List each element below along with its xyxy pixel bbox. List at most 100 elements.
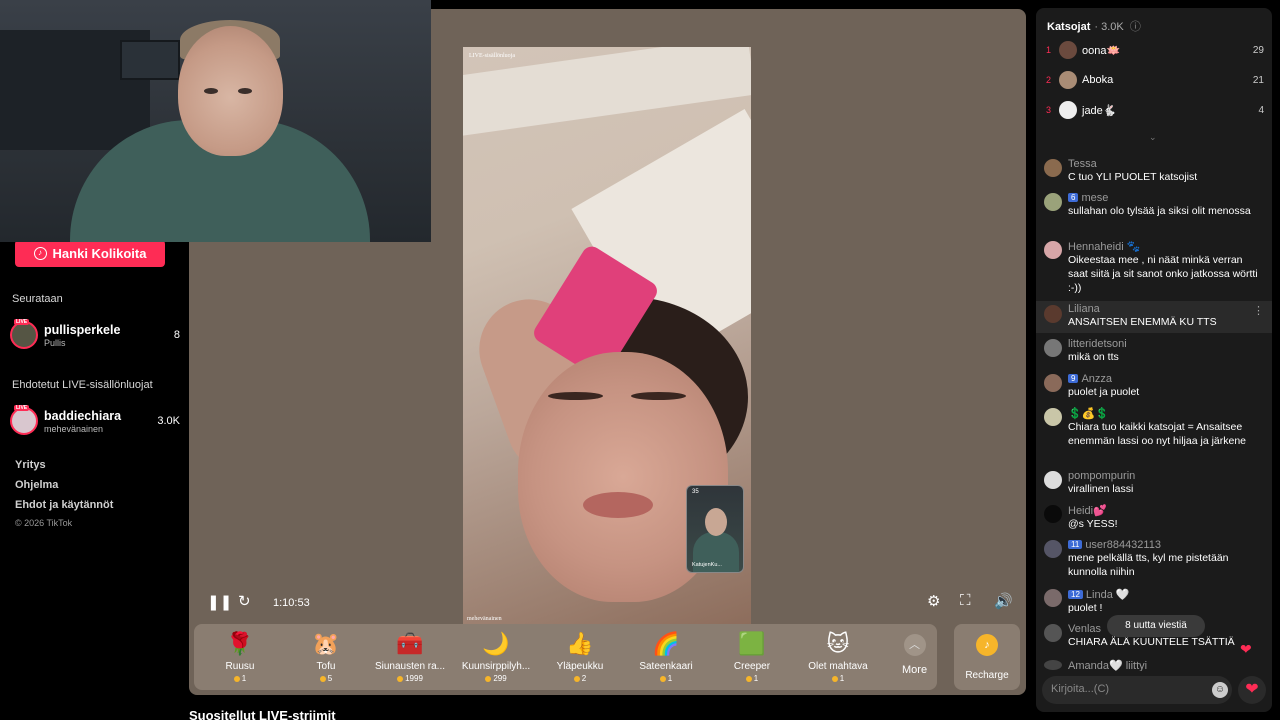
gift-price: 1 bbox=[712, 674, 792, 683]
refresh-icon[interactable]: ↻ bbox=[238, 592, 251, 610]
gift-price: 1 bbox=[798, 674, 878, 683]
gift-price: 2 bbox=[540, 674, 620, 683]
avatar: LIVE bbox=[10, 319, 38, 349]
avatar bbox=[1044, 193, 1062, 211]
footer-link-company[interactable]: Yritys bbox=[15, 459, 46, 471]
chat-username: Hennaheidi 🐾 bbox=[1068, 241, 1141, 253]
gift-bar: 🌹 Ruusu 1 🐹 Tofu 5 🧰 Siunausten ra... 19… bbox=[194, 624, 937, 690]
chat-message[interactable]: 6 mese sullahan olo tylsää ja siksi olit … bbox=[1036, 192, 1272, 218]
level-badge: 12 bbox=[1068, 590, 1083, 599]
more-gifts-button[interactable]: ︿ More bbox=[902, 634, 927, 676]
help-icon[interactable]: ⓘ bbox=[1130, 21, 1141, 33]
chat-input[interactable] bbox=[1051, 683, 1201, 695]
gift-name: Siunausten ra... bbox=[374, 661, 446, 672]
chat-message[interactable]: Amanda🤍 liittyi bbox=[1036, 659, 1272, 671]
chat-message[interactable]: pompompurin virallinen lassi bbox=[1036, 470, 1272, 496]
ranking-row[interactable]: 3 jade🐇 4 bbox=[1046, 98, 1264, 122]
rank-name: oona🪷 bbox=[1082, 44, 1121, 57]
pip-viewer-count: 35 bbox=[692, 489, 699, 495]
viewer-count: 3.0K bbox=[157, 415, 180, 427]
gift-tofu[interactable]: 🐹 Tofu 5 bbox=[286, 630, 366, 688]
ranking-row[interactable]: 2 Aboka 21 bbox=[1046, 68, 1264, 92]
rank-number: 1 bbox=[1046, 45, 1052, 55]
gift-ylapeukku[interactable]: 👍 Yläpeukku 2 bbox=[540, 630, 620, 688]
suggested-user-baddiechiara[interactable]: LIVE baddiechiara mehevänainen 3.0K bbox=[10, 405, 180, 436]
chat-username: user884432113 bbox=[1085, 539, 1161, 551]
gift-creeper[interactable]: 🟩 Creeper 1 bbox=[712, 630, 792, 688]
picture-in-picture[interactable]: 35 KatujenKu... bbox=[686, 485, 744, 573]
chat-message[interactable]: 💲💰💲 Chiara tuo kaikki katsojat = Ansaits… bbox=[1036, 407, 1272, 448]
chat-text: virallinen lassi bbox=[1068, 483, 1134, 495]
creeper-icon: 🟩 bbox=[738, 631, 766, 656]
avatar bbox=[1044, 374, 1062, 392]
chat-input-box[interactable]: ☺ bbox=[1042, 676, 1232, 704]
cat-icon: 🐱 bbox=[826, 631, 850, 656]
footer-link-terms[interactable]: Ehdot ja käytännöt bbox=[15, 499, 113, 511]
gift-sateenkaari[interactable]: 🌈 Sateenkaari 1 bbox=[626, 630, 706, 688]
ranking-row[interactable]: 1 oona🪷 29 bbox=[1046, 38, 1264, 62]
footer-link-program[interactable]: Ohjelma bbox=[15, 479, 58, 491]
gift-price: 299 bbox=[456, 674, 536, 683]
copyright: © 2026 TikTok bbox=[15, 518, 73, 528]
chat-username: 💲💰💲 bbox=[1068, 408, 1110, 420]
avatar bbox=[1044, 624, 1062, 642]
following-user-pullisperkele[interactable]: LIVE pullisperkele Pullis 8 bbox=[10, 319, 180, 350]
level-badge: 6 bbox=[1068, 193, 1079, 202]
chat-username: Anzza bbox=[1081, 373, 1113, 385]
streamer-webcam-overlay bbox=[0, 0, 431, 242]
volume-icon[interactable]: 🔊 bbox=[994, 592, 1013, 610]
chat-message[interactable]: 12 Linda 🤍 puolet ! bbox=[1036, 588, 1272, 615]
recharge-label: Recharge bbox=[965, 670, 1009, 681]
settings-gear-icon[interactable]: ⚙ bbox=[927, 592, 940, 610]
user-name: pullisperkele bbox=[44, 322, 121, 337]
chat-message[interactable]: Liliana ANSAITSEN ENEMMÄ KU TTS ⋮ bbox=[1036, 301, 1272, 333]
pip-name: KatujenKu... bbox=[692, 562, 722, 568]
rank-score: 4 bbox=[1258, 104, 1264, 116]
crescent-moon-icon: 🌙 bbox=[482, 631, 510, 656]
heart-icon: ❤ bbox=[1240, 641, 1252, 657]
gift-name: Yläpeukku bbox=[556, 661, 604, 672]
level-badge: 11 bbox=[1068, 540, 1083, 549]
avatar bbox=[1044, 339, 1062, 357]
gift-name: Tofu bbox=[316, 661, 336, 672]
chat-text: C tuo YLI PUOLET katsojist bbox=[1068, 171, 1198, 183]
avatar bbox=[1044, 505, 1062, 523]
gift-price: 1999 bbox=[370, 674, 450, 683]
new-messages-pill[interactable]: 8 uutta viestiä bbox=[1107, 615, 1205, 637]
tiktok-coin-icon: ♪ bbox=[33, 247, 47, 260]
emoji-icon[interactable]: ☺ bbox=[1212, 682, 1228, 698]
avatar bbox=[1044, 660, 1062, 670]
recharge-button[interactable]: ♪ Recharge bbox=[954, 624, 1020, 690]
avatar bbox=[1044, 471, 1062, 489]
like-heart-button[interactable]: ❤ bbox=[1238, 676, 1266, 704]
chat-message[interactable]: 11 user884432113 mene pelkällä tts, kyl m… bbox=[1036, 539, 1272, 579]
get-coins-label: Hanki Kolikoita bbox=[52, 246, 147, 261]
chat-text: CHIARA ÄLÄ KUUNTELE TSÄTTIÄ bbox=[1068, 636, 1235, 648]
gift-olet-mahtava[interactable]: 🐱 Olet mahtava 1 bbox=[798, 630, 878, 688]
video-watermark-bottom: mehevänainen bbox=[467, 616, 502, 622]
chat-message[interactable]: litteridetsoni mikä on tts bbox=[1036, 338, 1272, 364]
gift-price: 5 bbox=[286, 674, 366, 683]
chat-text: puolet ja puolet bbox=[1068, 386, 1140, 398]
viewers-title[interactable]: Katsojat · 3.0K ⓘ bbox=[1047, 18, 1141, 34]
avatar bbox=[1044, 589, 1062, 607]
more-options-icon[interactable]: ⋮ bbox=[1253, 304, 1264, 317]
gift-kuunsirppi[interactable]: 🌙 Kuunsirppilyh... 299 bbox=[456, 630, 536, 688]
chat-message[interactable]: Tessa C tuo YLI PUOLET katsojist bbox=[1036, 158, 1272, 184]
pause-icon[interactable]: ❚❚ bbox=[207, 593, 232, 611]
expand-chevron-icon[interactable]: ⌄ bbox=[1149, 132, 1157, 143]
gift-siunausten[interactable]: 🧰 Siunausten ra... 1999 bbox=[370, 630, 450, 688]
chat-text: Oikeestaa mee , ni näät minkä verran saa… bbox=[1068, 254, 1258, 294]
chat-username: Tessa bbox=[1068, 158, 1097, 170]
chat-username: Heidi💕 bbox=[1068, 505, 1107, 517]
gift-name: Olet mahtava bbox=[808, 661, 868, 672]
fullscreen-icon[interactable]: ⛶ bbox=[960, 592, 971, 609]
tiktok-coin-icon: ♪ bbox=[976, 634, 998, 656]
chat-text: Chiara tuo kaikki katsojat = Ansaitsee e… bbox=[1068, 421, 1247, 447]
chat-message[interactable]: Heidi💕 @s YESS! bbox=[1036, 504, 1272, 531]
chat-message[interactable]: Hennaheidi 🐾 Oikeestaa mee , ni näät min… bbox=[1036, 240, 1272, 295]
get-coins-button[interactable]: ♪ Hanki Kolikoita bbox=[15, 240, 165, 267]
chat-message[interactable]: 9 Anzza puolet ja puolet bbox=[1036, 373, 1272, 399]
gift-ruusu[interactable]: 🌹 Ruusu 1 bbox=[200, 630, 280, 688]
rank-score: 29 bbox=[1252, 44, 1264, 56]
